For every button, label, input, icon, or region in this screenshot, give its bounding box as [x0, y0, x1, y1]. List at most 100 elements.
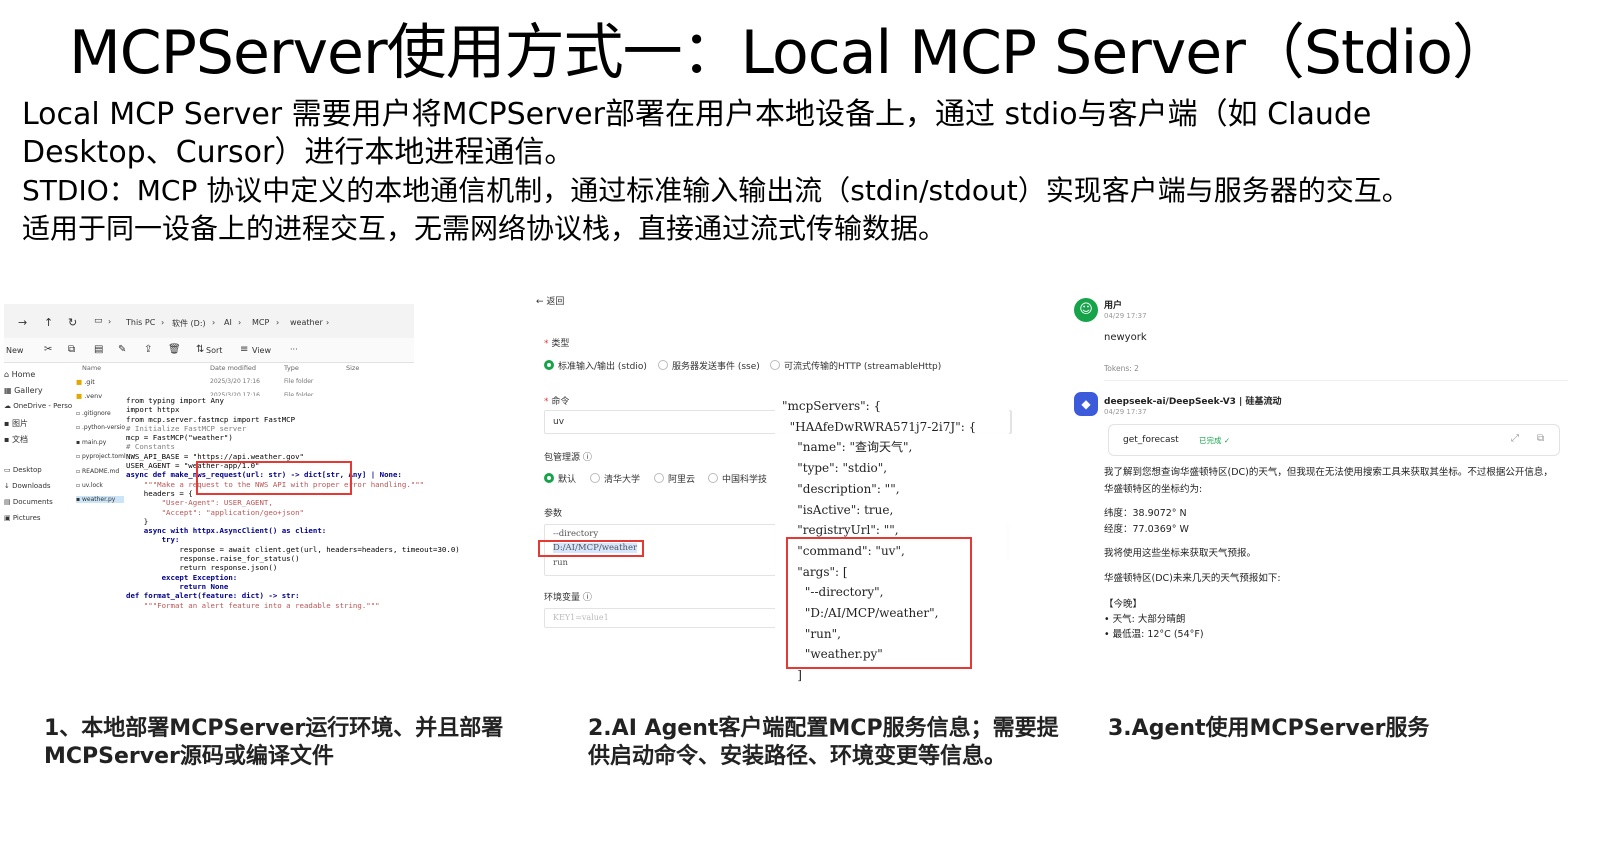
caption-line: MCPServer源码或编译文件 — [44, 744, 334, 769]
code-line: response = await client.get(url, headers… — [126, 544, 460, 554]
expand-icon[interactable]: ⤢ — [1511, 433, 1519, 444]
caption-step-2: 2.AI Agent客户端配置MCP服务信息；需要提 供启动命令、安装路径、环境… — [588, 715, 1059, 771]
file-row[interactable]: ▫ .gitignore — [76, 410, 111, 417]
type-option-http[interactable]: 可流式传输的HTTP (streamableHttp) — [770, 359, 941, 372]
user-message: newyork — [1104, 332, 1147, 343]
breadcrumb-sep-icon: › — [161, 318, 165, 327]
args-label: 参数 — [544, 509, 563, 519]
file-row[interactable]: ▫ .python-versio — [76, 424, 125, 431]
latitude: 纬度：38.9072° N — [1104, 508, 1187, 519]
file-type: File folder — [284, 378, 314, 385]
breadcrumb-ai[interactable]: AI — [224, 318, 232, 327]
intro-line-3: STDIO：MCP 协议中定义的本地通信机制，通过标准输入输出流（stdin/s… — [22, 174, 1410, 207]
file-row[interactable]: ▪ main.py — [76, 439, 106, 446]
tool-name: get_forecast — [1123, 435, 1179, 445]
file-icon: ▫ — [76, 424, 81, 431]
file-row[interactable]: ▫ README.md — [76, 468, 119, 475]
code-line: } — [126, 516, 149, 526]
pkg-option-default[interactable]: 默认 — [544, 472, 576, 485]
folder-icon: ■ — [76, 378, 83, 386]
json-line: "name": "查询天气", — [782, 440, 913, 455]
sidebar-item-downloads[interactable]: ↓ Downloads — [4, 482, 51, 490]
type-option-sse[interactable]: 服务器发送事件 (sse) — [658, 359, 760, 372]
reply-line: 华盛顿特区的坐标约为: — [1104, 484, 1203, 495]
longitude: 经度：77.0369° W — [1104, 524, 1189, 535]
copy-icon[interactable]: ⧉ — [1537, 433, 1544, 444]
paste-icon[interactable]: ▤ — [94, 344, 103, 355]
code-line: # Constants — [126, 442, 175, 452]
file-row[interactable]: ■ .git — [76, 378, 95, 386]
json-line: "description": "", — [782, 481, 900, 496]
copy-icon[interactable]: ⧉ — [68, 344, 75, 355]
back-link[interactable]: ← 返回 — [536, 294, 564, 307]
help-icon: ⓘ — [582, 593, 592, 603]
sidebar-item-onedrive[interactable]: ☁ OneDrive - Perso — [4, 402, 72, 410]
column-size[interactable]: Size — [346, 364, 359, 372]
sidebar-item-pictures-cn[interactable]: ▪ 图片 — [4, 418, 28, 429]
arg-line: run — [553, 558, 569, 568]
sidebar-item-desktop[interactable]: ▭ Desktop — [4, 466, 42, 474]
breadcrumb-sep-icon: › — [238, 318, 242, 327]
sidebar-item-home[interactable]: ⌂ Home — [4, 370, 35, 379]
code-line: NWS_API_BASE = "https://api.weather.gov" — [126, 451, 304, 461]
pkg-option-aliyun[interactable]: 阿里云 — [654, 472, 695, 485]
caption-line: 供启动命令、安装路径、环境变更等信息。 — [588, 744, 1007, 769]
explorer-screenshot: → ↑ ↻ ▭ › This PC › 软件 (D:) › AI › MCP ›… — [4, 304, 516, 656]
up-arrow-icon[interactable]: ↑ — [44, 316, 53, 329]
pkg-label: 包管理源 ⓘ — [544, 453, 592, 463]
code-line: import httpx — [126, 405, 180, 415]
sidebar-item-pictures[interactable]: ▣ Pictures — [4, 514, 41, 522]
file-row-selected[interactable]: ▪ weather.py — [76, 496, 124, 503]
cloud-icon: ☁ — [4, 402, 11, 410]
breadcrumb-this-pc[interactable]: This PC — [126, 318, 155, 327]
radio-selected-icon — [544, 360, 554, 370]
column-name[interactable]: Name — [82, 364, 101, 372]
env-label: 环境变量 ⓘ — [544, 593, 592, 603]
code-line: async with httpx.AsyncClient() as client… — [126, 526, 327, 536]
json-line: "HAAfeDwRWRA571j7-2i7J": { — [782, 419, 977, 434]
python-file-icon: ▪ — [76, 439, 81, 446]
pkg-option-tsinghua[interactable]: 清华大学 — [590, 472, 640, 485]
cut-icon[interactable]: ✂ — [44, 344, 52, 355]
radio-icon — [708, 473, 718, 483]
share-icon[interactable]: ⇪ — [144, 344, 152, 355]
breadcrumb-drive[interactable]: 软件 (D:) — [172, 318, 206, 329]
env-input[interactable]: KEY1=value1 — [544, 608, 776, 628]
view-button[interactable]: View — [252, 346, 271, 355]
column-type[interactable]: Type — [284, 364, 299, 372]
caption-step-3: 3.Agent使用MCPServer服务 — [1108, 715, 1429, 743]
more-button[interactable]: ··· — [290, 345, 298, 354]
tool-call-card[interactable]: get_forecast 已完成 ✓ ⤢ ⧉ — [1108, 424, 1560, 456]
breadcrumb-mcp[interactable]: MCP — [252, 318, 269, 327]
gallery-icon: ▦ — [4, 386, 12, 395]
user-name: 用户 — [1104, 301, 1123, 311]
sidebar-item-docs-cn[interactable]: ▪ 文档 — [4, 434, 28, 445]
bot-time: 04/29 17:37 — [1104, 408, 1147, 416]
delete-icon[interactable]: 🗑 — [168, 344, 181, 355]
type-option-stdio[interactable]: 标准输入/输出 (stdio) — [544, 359, 647, 372]
sort-button[interactable]: Sort — [206, 346, 222, 355]
code-line: except Exception: — [126, 572, 238, 582]
forecast-heading: 【今晚】 — [1104, 599, 1143, 610]
address-bar: → ↑ ↻ ▭ › This PC › 软件 (D:) › AI › MCP ›… — [4, 304, 414, 339]
back-arrow-icon[interactable]: → — [18, 316, 27, 329]
column-date[interactable]: Date modified — [210, 364, 256, 372]
file-row[interactable]: ▫ uv.lock — [76, 482, 103, 489]
file-icon: ▫ — [76, 468, 81, 475]
rename-icon[interactable]: ✎ — [118, 344, 126, 355]
breadcrumb-weather[interactable]: weather — [290, 318, 323, 327]
file-row[interactable]: ▫ pyproject.toml — [76, 453, 126, 460]
new-button[interactable]: New — [6, 346, 23, 355]
sidebar-item-gallery[interactable]: ▦ Gallery — [4, 386, 43, 395]
pkg-option-ustc[interactable]: 中国科学技 — [708, 472, 767, 485]
intro-line-2: Desktop、Cursor）进行本地进程通信。 — [22, 135, 575, 170]
tool-status: 已完成 ✓ — [1199, 436, 1231, 445]
explorer-toolbar: New ✂ ⧉ ▤ ✎ ⇪ 🗑 ⇅ Sort ≡ View ··· — [4, 338, 414, 363]
refresh-icon[interactable]: ↻ — [68, 316, 77, 329]
arg-line: --directory — [553, 529, 599, 539]
chat-screenshot: ☺ 用户 04/29 17:37 newyork Tokens: 2 ◆ dee… — [1068, 292, 1568, 652]
type-label: * 类型 — [544, 339, 570, 349]
sort-icon: ⇅ — [196, 344, 205, 355]
code-line: mcp = FastMCP("weather") — [126, 433, 233, 443]
sidebar-item-documents[interactable]: ▤ Documents — [4, 498, 53, 506]
